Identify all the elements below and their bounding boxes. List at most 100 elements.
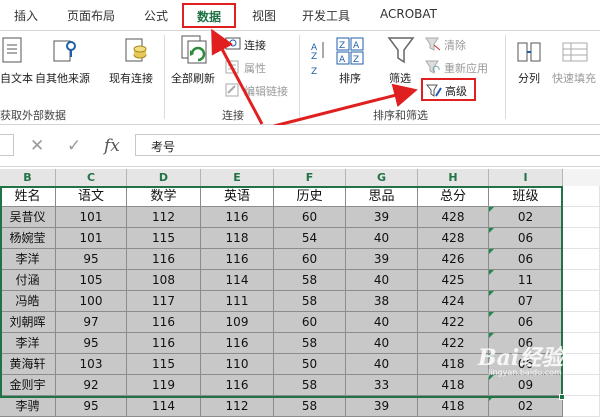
- table-cell[interactable]: 60: [274, 249, 346, 270]
- table-cell[interactable]: 116: [201, 207, 274, 228]
- fill-handle[interactable]: [559, 394, 565, 400]
- table-cell[interactable]: 114: [127, 396, 201, 417]
- empty-cell[interactable]: [563, 354, 600, 375]
- table-cell[interactable]: 39: [346, 207, 418, 228]
- table-cell[interactable]: 60: [274, 312, 346, 333]
- table-cell[interactable]: 424: [418, 291, 489, 312]
- column-header-b[interactable]: B: [0, 169, 56, 186]
- column-header-e[interactable]: E: [201, 169, 274, 186]
- table-cell[interactable]: 101: [56, 228, 127, 249]
- table-cell[interactable]: 06: [489, 228, 563, 249]
- header-cell[interactable]: 思品: [346, 186, 418, 207]
- column-header-g[interactable]: G: [346, 169, 418, 186]
- table-cell[interactable]: 112: [127, 207, 201, 228]
- header-cell[interactable]: 姓名: [0, 186, 56, 207]
- table-cell[interactable]: 92: [56, 375, 127, 396]
- table-cell[interactable]: 39: [346, 396, 418, 417]
- table-cell[interactable]: 付涵: [0, 270, 56, 291]
- header-cell[interactable]: 历史: [274, 186, 346, 207]
- table-cell[interactable]: 李洋: [0, 333, 56, 354]
- cancel-icon[interactable]: ✕: [30, 136, 44, 156]
- table-cell[interactable]: 02: [489, 207, 563, 228]
- table-cell[interactable]: 杨婉莹: [0, 228, 56, 249]
- enter-icon[interactable]: ✓: [67, 136, 81, 156]
- table-cell[interactable]: 38: [346, 291, 418, 312]
- table-cell[interactable]: 40: [346, 354, 418, 375]
- column-header-h[interactable]: H: [418, 169, 489, 186]
- table-cell[interactable]: 11: [489, 270, 563, 291]
- header-cell[interactable]: 数学: [127, 186, 201, 207]
- table-cell[interactable]: 95: [56, 249, 127, 270]
- table-cell[interactable]: 09: [489, 375, 563, 396]
- table-cell[interactable]: 冯皓: [0, 291, 56, 312]
- table-cell[interactable]: 06: [489, 312, 563, 333]
- table-cell[interactable]: 07: [489, 291, 563, 312]
- table-cell[interactable]: 95: [56, 333, 127, 354]
- table-cell[interactable]: 109: [201, 312, 274, 333]
- column-header-f[interactable]: F: [274, 169, 346, 186]
- table-cell[interactable]: 95: [56, 396, 127, 417]
- table-cell[interactable]: 50: [274, 354, 346, 375]
- empty-cell[interactable]: [563, 228, 600, 249]
- table-cell[interactable]: 105: [56, 270, 127, 291]
- table-cell[interactable]: 418: [418, 396, 489, 417]
- table-cell[interactable]: 60: [274, 207, 346, 228]
- table-cell[interactable]: 117: [127, 291, 201, 312]
- table-cell[interactable]: 40: [346, 312, 418, 333]
- table-cell[interactable]: 39: [346, 249, 418, 270]
- table-cell[interactable]: 吴昔仪: [0, 207, 56, 228]
- table-cell[interactable]: 06: [489, 249, 563, 270]
- table-cell[interactable]: 101: [56, 207, 127, 228]
- table-cell[interactable]: 103: [56, 354, 127, 375]
- header-cell[interactable]: 英语: [201, 186, 274, 207]
- empty-cell[interactable]: [563, 249, 600, 270]
- table-cell[interactable]: 110: [201, 354, 274, 375]
- empty-cell[interactable]: [563, 291, 600, 312]
- table-cell[interactable]: 116: [201, 249, 274, 270]
- table-cell[interactable]: 李洋: [0, 249, 56, 270]
- table-cell[interactable]: 119: [127, 375, 201, 396]
- table-cell[interactable]: 97: [56, 312, 127, 333]
- name-box[interactable]: [0, 134, 14, 156]
- table-cell[interactable]: 116: [201, 375, 274, 396]
- table-cell[interactable]: 111: [201, 291, 274, 312]
- empty-cell[interactable]: [563, 396, 600, 417]
- table-cell[interactable]: 58: [274, 333, 346, 354]
- table-cell[interactable]: 100: [56, 291, 127, 312]
- table-cell[interactable]: 02: [489, 396, 563, 417]
- table-cell[interactable]: 115: [127, 228, 201, 249]
- table-cell[interactable]: 418: [418, 375, 489, 396]
- table-cell[interactable]: 金则宇: [0, 375, 56, 396]
- table-cell[interactable]: 115: [127, 354, 201, 375]
- table-cell[interactable]: 58: [274, 270, 346, 291]
- table-cell[interactable]: 李骋: [0, 396, 56, 417]
- table-cell[interactable]: 33: [346, 375, 418, 396]
- column-header-d[interactable]: D: [127, 169, 201, 186]
- empty-cell[interactable]: [563, 312, 600, 333]
- table-cell[interactable]: 428: [418, 228, 489, 249]
- table-cell[interactable]: 112: [201, 396, 274, 417]
- empty-cell[interactable]: [563, 186, 600, 207]
- table-cell[interactable]: 58: [274, 396, 346, 417]
- header-cell[interactable]: 语文: [56, 186, 127, 207]
- table-cell[interactable]: 108: [127, 270, 201, 291]
- table-cell[interactable]: 422: [418, 312, 489, 333]
- table-cell[interactable]: 118: [201, 228, 274, 249]
- column-header-c[interactable]: C: [56, 169, 127, 186]
- table-cell[interactable]: 40: [346, 228, 418, 249]
- table-cell[interactable]: 58: [274, 291, 346, 312]
- table-cell[interactable]: 黄海轩: [0, 354, 56, 375]
- empty-cell[interactable]: [563, 207, 600, 228]
- column-header-i[interactable]: I: [489, 169, 563, 186]
- header-cell[interactable]: 班级: [489, 186, 563, 207]
- table-cell[interactable]: 116: [127, 249, 201, 270]
- table-cell[interactable]: 428: [418, 207, 489, 228]
- column-header-j[interactable]: [563, 169, 600, 186]
- table-cell[interactable]: 426: [418, 249, 489, 270]
- table-cell[interactable]: 40: [346, 270, 418, 291]
- table-cell[interactable]: 40: [346, 333, 418, 354]
- insert-function-icon[interactable]: fx: [104, 136, 120, 156]
- table-cell[interactable]: 114: [201, 270, 274, 291]
- table-cell[interactable]: 116: [201, 333, 274, 354]
- formula-input[interactable]: 考号: [135, 134, 600, 156]
